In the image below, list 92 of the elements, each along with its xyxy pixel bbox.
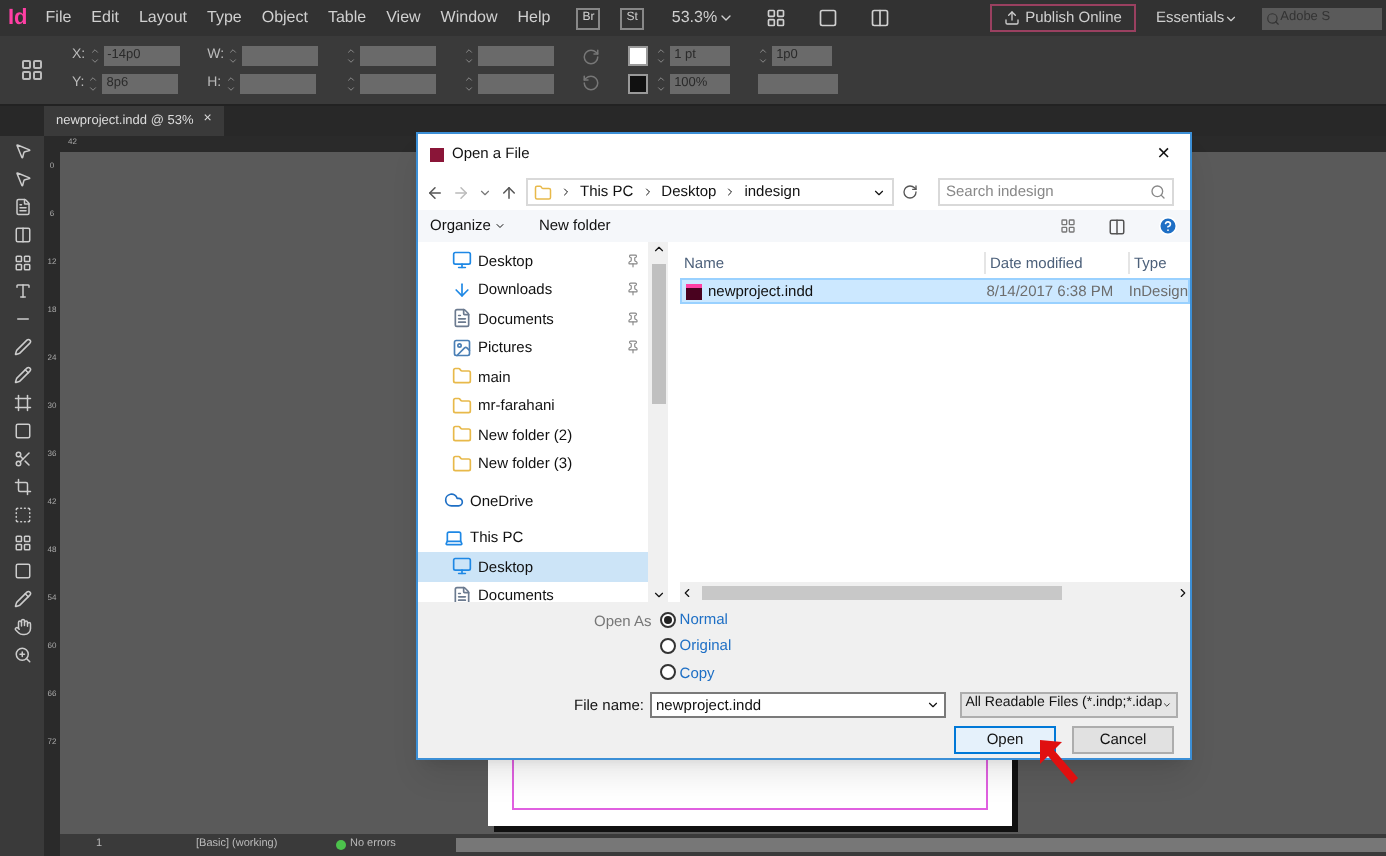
spin-arrows-icon <box>656 74 667 94</box>
folder-icon <box>452 395 472 416</box>
menu-item[interactable]: View <box>376 6 431 30</box>
picture-icon <box>452 337 472 358</box>
tool-icon[interactable] <box>13 534 31 552</box>
tool-icon[interactable] <box>13 366 31 384</box>
folder-icon <box>452 366 472 387</box>
reference-point-icon[interactable] <box>20 58 44 82</box>
folder-icon <box>452 453 472 474</box>
view-icon[interactable] <box>1060 218 1076 234</box>
computer-icon <box>444 527 464 548</box>
spin-arrows-icon <box>346 46 357 66</box>
menu-item[interactable]: Object <box>251 6 318 30</box>
menu-item[interactable]: Type <box>197 6 252 30</box>
menu-item[interactable]: Layout <box>128 6 197 30</box>
menu-item[interactable]: Window <box>430 6 508 30</box>
help-icon[interactable] <box>1158 216 1178 236</box>
tool-icon[interactable] <box>13 618 31 636</box>
rotate-icon[interactable] <box>582 48 601 66</box>
scroll-right-icon[interactable] <box>1176 585 1190 599</box>
document-icon <box>452 308 472 329</box>
tool-icon[interactable] <box>13 450 31 468</box>
spin-arrows-icon <box>346 74 357 94</box>
menu-item[interactable]: Help <box>507 6 561 30</box>
indesign-file-icon <box>686 283 702 299</box>
search-icon <box>1266 11 1281 25</box>
monitor-icon <box>452 556 472 577</box>
spin-arrows-icon <box>758 46 769 66</box>
rotation-field[interactable] <box>478 46 555 66</box>
width-field[interactable] <box>242 45 319 66</box>
folder-icon <box>452 424 472 445</box>
arrange-documents-icon[interactable] <box>869 8 890 28</box>
app-logo: Id <box>6 3 30 34</box>
cloud-icon <box>444 490 464 511</box>
scroll-down-icon[interactable] <box>651 588 665 602</box>
caret-icon <box>494 220 507 232</box>
upload-icon <box>1003 10 1020 26</box>
scroll-thumb[interactable] <box>702 585 1062 599</box>
spin-arrows-icon <box>225 74 236 95</box>
menu-item[interactable]: Edit <box>81 6 129 30</box>
tool-icon[interactable] <box>13 254 31 272</box>
shear-field[interactable] <box>478 74 555 94</box>
stroke-swatch[interactable] <box>628 74 649 94</box>
caret-icon <box>1162 697 1172 712</box>
up-icon[interactable] <box>500 183 518 201</box>
download-icon <box>452 279 472 300</box>
tool-icon[interactable] <box>13 590 31 608</box>
tool-icon[interactable] <box>13 394 31 412</box>
document-icon <box>452 585 472 602</box>
monitor-icon <box>452 250 472 271</box>
spin-arrows-icon <box>464 46 475 66</box>
tool-icon[interactable] <box>13 282 31 300</box>
caret-icon <box>925 697 940 712</box>
rotate-icon[interactable] <box>582 74 601 92</box>
screen-mode-icon[interactable] <box>817 8 838 28</box>
zoom-dropdown[interactable]: 53.3% <box>671 6 734 30</box>
spin-arrows-icon <box>88 74 99 95</box>
close-button[interactable]: × <box>1149 137 1178 171</box>
search-icon <box>1150 184 1166 200</box>
refresh-icon[interactable] <box>902 184 918 200</box>
menu-item[interactable]: Table <box>317 6 377 30</box>
caret-icon <box>872 185 886 199</box>
tool-icon[interactable] <box>13 422 31 440</box>
folder-icon <box>534 183 552 201</box>
preview-pane-icon[interactable] <box>1108 217 1126 235</box>
fill-swatch[interactable] <box>628 46 649 66</box>
caret-icon <box>717 10 734 26</box>
scroll-thumb[interactable] <box>651 264 665 404</box>
scale-y-field[interactable] <box>360 74 437 94</box>
spin-arrows-icon <box>464 74 475 94</box>
tool-icon[interactable] <box>13 226 31 244</box>
caret-icon <box>1224 11 1239 25</box>
separator-icon <box>641 186 654 198</box>
scroll-up-icon[interactable] <box>651 242 665 256</box>
app-icon <box>430 147 444 161</box>
tool-icon[interactable] <box>13 478 31 496</box>
spin-arrows-icon <box>89 45 100 66</box>
recent-locations-icon[interactable] <box>478 185 492 199</box>
tool-icon[interactable] <box>13 562 31 580</box>
back-icon[interactable] <box>426 183 444 201</box>
separator-icon <box>560 186 572 198</box>
tool-icon[interactable] <box>13 506 31 524</box>
height-field[interactable] <box>239 74 316 95</box>
scale-x-field[interactable] <box>360 46 437 66</box>
spin-arrows-icon <box>228 45 239 66</box>
tool-icon[interactable] <box>13 646 31 664</box>
view-options-icon[interactable] <box>765 8 786 28</box>
spin-arrows-icon <box>656 46 667 66</box>
menu-item[interactable]: File <box>35 6 82 30</box>
scroll-left-icon[interactable] <box>680 585 694 599</box>
tool-icon[interactable] <box>13 198 31 216</box>
separator-icon <box>724 186 737 198</box>
